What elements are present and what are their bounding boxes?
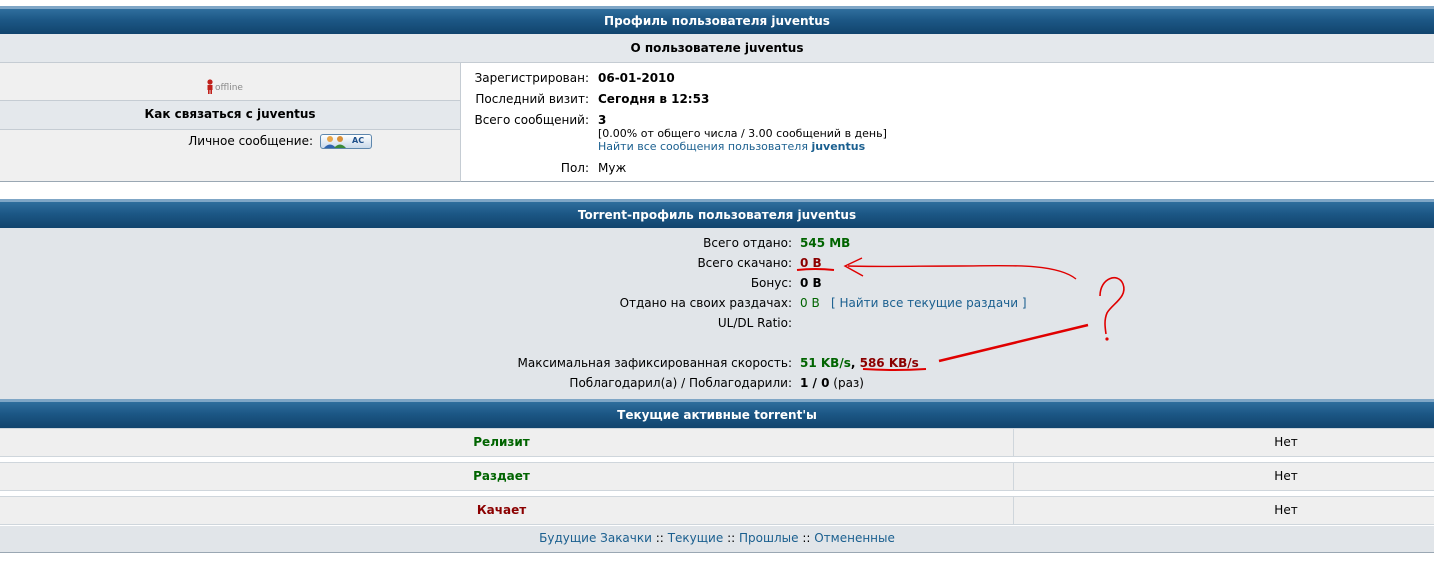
cancelled-link[interactable]: Отмененные — [814, 531, 895, 545]
footer-links: Будущие Закачки :: Текущие :: Прошлые ::… — [0, 526, 1434, 553]
link-separator: :: — [802, 531, 811, 545]
registered-value: 06-01-2010 — [598, 71, 675, 85]
thanks-label: Поблагодарил(а) / Поблагодарили: — [569, 376, 792, 390]
active-row-seeding-release: Релизит Нет — [0, 428, 1434, 457]
posts-value: 3 — [598, 113, 607, 127]
torrent-title: Torrent-профиль пользователя juventus — [577, 208, 857, 222]
link-separator: :: — [727, 531, 736, 545]
find-releases-link[interactable]: [ Найти все текущие раздачи ] — [831, 296, 1027, 310]
own-releases-label: Отдано на своих раздачах: — [619, 296, 792, 310]
users-icon — [324, 136, 346, 148]
last-visit-value: Сегодня в 12:53 — [598, 92, 710, 106]
gender-label: Пол: — [560, 161, 589, 175]
max-download-speed: 586 KB/s — [859, 356, 919, 370]
uploaded-label: Всего отдано: — [703, 236, 792, 250]
active-row-value: Нет — [1274, 435, 1298, 449]
about-title: О пользователе juventus — [630, 41, 804, 55]
posts-label: Всего сообщений: — [474, 113, 589, 127]
active-title-bar: Текущие активные torrent'ы — [0, 399, 1434, 428]
active-row-label: Качает — [476, 503, 527, 517]
active-row-value: Нет — [1274, 503, 1298, 517]
torrent-title-bar: Torrent-профиль пользователя juventus — [0, 199, 1434, 228]
thanks-value: 1 / 0 — [800, 376, 830, 390]
posts-search-link[interactable]: Найти все сообщения пользователя juventu… — [598, 140, 865, 153]
bonus-label: Бонус: — [750, 276, 792, 290]
active-row-label: Релизит — [473, 435, 530, 449]
online-status: offline — [205, 79, 243, 97]
current-link[interactable]: Текущие — [668, 531, 724, 545]
ratio-label: UL/DL Ratio: — [717, 316, 792, 330]
posts-link-user: juventus — [811, 140, 866, 153]
posts-stats: [0.00% от общего числа / 3.00 сообщений … — [598, 127, 887, 140]
future-downloads-link[interactable]: Будущие Закачки — [539, 531, 652, 545]
own-releases-value: 0 B — [800, 296, 820, 310]
user-status-icon — [205, 79, 215, 97]
registered-label: Зарегистрирован: — [474, 71, 589, 85]
contact-header: Как связаться с juventus — [0, 100, 460, 130]
pm-button-text: AC — [352, 136, 365, 145]
torrent-panel: Всего отдано: 545 MB Всего скачано: 0 B … — [0, 228, 1434, 399]
link-separator: :: — [655, 531, 664, 545]
downloaded-value: 0 B — [800, 256, 822, 270]
max-upload-speed: 51 KB/s — [800, 356, 851, 370]
about-header: О пользователе juventus — [0, 34, 1434, 63]
speed-separator: , — [850, 356, 856, 370]
thanks-unit: (раз) — [833, 376, 864, 390]
active-row-leeching: Качает Нет — [0, 496, 1434, 525]
downloaded-label: Всего скачано: — [697, 256, 792, 270]
thanks-value-wrap: 1 / 0 (раз) — [800, 376, 864, 390]
contact-title: Как связаться с juventus — [144, 107, 316, 121]
contact-panel: offline Как связаться с juventus Личное … — [0, 63, 461, 182]
profile-title-bar: Профиль пользователя juventus — [0, 6, 1434, 34]
active-title: Текущие активные torrent'ы — [617, 408, 817, 422]
max-speed-label: Максимальная зафиксированная скорость: — [517, 356, 792, 370]
uploaded-value: 545 MB — [800, 236, 851, 250]
pm-button[interactable]: AC — [320, 134, 372, 149]
active-row-value: Нет — [1274, 469, 1298, 483]
bonus-value: 0 B — [800, 276, 822, 290]
active-row-seeding: Раздает Нет — [0, 462, 1434, 491]
posts-link-text: Найти все сообщения пользователя — [598, 140, 808, 153]
past-link[interactable]: Прошлые — [739, 531, 799, 545]
details-panel: Зарегистрирован: 06-01-2010 Последний ви… — [461, 63, 1434, 182]
status-text: offline — [215, 83, 243, 93]
active-row-label: Раздает — [473, 469, 530, 483]
pm-row: Личное сообщение: AC — [0, 131, 460, 155]
profile-title: Профиль пользователя juventus — [604, 14, 830, 28]
max-speed-value: 51 KB/s, 586 KB/s — [800, 356, 919, 370]
pm-label: Личное сообщение: — [188, 134, 313, 148]
last-visit-label: Последний визит: — [475, 92, 589, 106]
gender-value: Муж — [598, 161, 627, 175]
